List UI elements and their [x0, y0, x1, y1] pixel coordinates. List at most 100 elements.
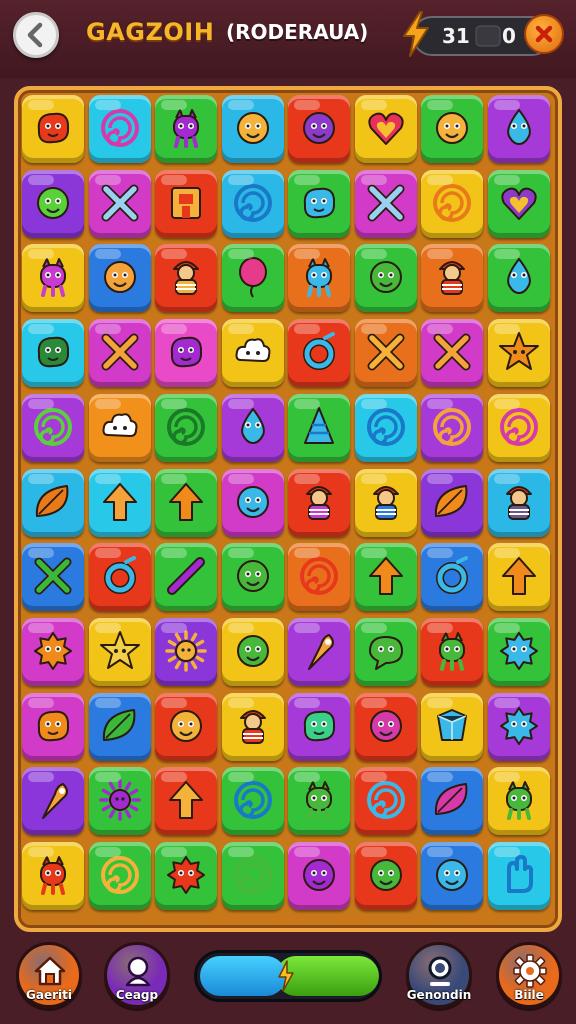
board-tile[interactable]	[155, 244, 217, 313]
board-tile[interactable]	[288, 543, 350, 612]
board-tile[interactable]	[421, 692, 483, 761]
board-tile[interactable]	[22, 842, 84, 910]
board-tile[interactable]	[421, 842, 483, 910]
back-button[interactable]	[13, 12, 59, 58]
board-tile[interactable]	[155, 468, 217, 537]
board-tile[interactable]	[354, 468, 417, 537]
board-tile[interactable]	[288, 319, 350, 388]
board-tile[interactable]	[354, 244, 417, 313]
board-tile[interactable]	[22, 393, 84, 462]
board-tile[interactable]	[88, 244, 151, 313]
board-tile[interactable]	[155, 543, 217, 612]
board-tile[interactable]	[88, 319, 151, 388]
board-tile[interactable]	[22, 692, 84, 761]
board-tile[interactable]	[487, 393, 550, 462]
board-tile[interactable]	[155, 393, 217, 462]
board-tile[interactable]	[487, 468, 550, 537]
board-tile[interactable]	[155, 617, 217, 686]
board-tile[interactable]	[22, 169, 84, 238]
board-tile[interactable]	[155, 842, 217, 910]
leaf-icon	[102, 708, 135, 741]
board-tile[interactable]	[421, 468, 483, 537]
board-tile[interactable]	[487, 767, 550, 836]
cross-icon	[367, 184, 404, 222]
board-tile[interactable]	[487, 543, 550, 612]
board-tile[interactable]	[221, 767, 284, 836]
board-tile[interactable]	[487, 244, 550, 313]
board-tile[interactable]	[155, 169, 217, 238]
board-tile[interactable]	[221, 95, 284, 163]
board-tile[interactable]	[155, 319, 217, 388]
board-tile[interactable]	[155, 95, 217, 163]
board-tile[interactable]	[155, 767, 217, 836]
board-tile[interactable]	[88, 767, 151, 836]
board-tile[interactable]	[421, 319, 483, 388]
board-tile[interactable]	[221, 617, 284, 686]
profile-button-label: Ceagp	[115, 988, 159, 1002]
board-tile[interactable]	[221, 319, 284, 388]
board-tile[interactable]	[22, 617, 84, 686]
board-tile[interactable]	[22, 244, 84, 313]
board-tile[interactable]	[288, 842, 350, 910]
board-tile[interactable]	[421, 393, 483, 462]
face-icon	[369, 859, 402, 891]
board-tile[interactable]	[354, 692, 417, 761]
board-tile[interactable]	[88, 393, 151, 462]
board-tile[interactable]	[487, 842, 550, 910]
board-tile[interactable]	[22, 319, 84, 388]
swirl-icon	[366, 781, 405, 820]
board-tile[interactable]	[288, 468, 350, 537]
board-tile[interactable]	[221, 169, 284, 238]
board-tile[interactable]	[288, 244, 350, 313]
board-tile[interactable]	[288, 393, 350, 462]
board-tile[interactable]	[354, 393, 417, 462]
board-tile[interactable]	[221, 692, 284, 761]
board-tile[interactable]	[221, 842, 284, 910]
board-tile[interactable]	[221, 244, 284, 313]
board-tile[interactable]	[88, 468, 151, 537]
board-tile[interactable]	[487, 95, 550, 163]
board-tile[interactable]	[155, 692, 217, 761]
board-tile[interactable]	[88, 169, 151, 238]
person-icon	[239, 709, 266, 744]
board-tile[interactable]	[88, 842, 151, 910]
board-tile[interactable]	[487, 617, 550, 686]
board-tile[interactable]	[354, 767, 417, 836]
board-tile[interactable]	[288, 617, 350, 686]
board-tile[interactable]	[22, 767, 84, 836]
board-tile[interactable]	[22, 543, 84, 612]
board-tile[interactable]	[421, 244, 483, 313]
board-tile[interactable]	[22, 468, 84, 537]
board-tile[interactable]	[288, 692, 350, 761]
board-tile[interactable]	[421, 767, 483, 836]
board-tile[interactable]	[421, 617, 483, 686]
board-tile[interactable]	[288, 95, 350, 163]
close-button[interactable]	[524, 14, 564, 54]
game-title: GAGZOIH	[86, 18, 215, 46]
board-tile[interactable]	[221, 468, 284, 537]
board-tile[interactable]	[22, 95, 84, 163]
board-tile[interactable]	[487, 692, 550, 761]
board-tile[interactable]	[221, 393, 284, 462]
board-tile[interactable]	[288, 767, 350, 836]
board-tile[interactable]	[487, 319, 550, 388]
person-icon	[505, 485, 532, 520]
board-tile[interactable]	[354, 169, 417, 238]
board-tile[interactable]	[88, 617, 151, 686]
board-tile[interactable]	[288, 169, 350, 238]
board-tile[interactable]	[354, 543, 417, 612]
board-tile[interactable]	[221, 543, 284, 612]
board-tile[interactable]	[421, 95, 483, 163]
board-tile[interactable]	[354, 617, 417, 686]
board-tile[interactable]	[421, 169, 483, 238]
board-tile[interactable]	[354, 319, 417, 388]
board-tile[interactable]	[421, 543, 483, 612]
board-tile[interactable]	[88, 692, 151, 761]
creature-icon	[40, 856, 66, 895]
board-tile[interactable]	[354, 95, 417, 163]
gem-icon	[437, 708, 467, 741]
board-tile[interactable]	[88, 543, 151, 612]
board-tile[interactable]	[354, 842, 417, 910]
board-tile[interactable]	[487, 169, 550, 238]
board-tile[interactable]	[88, 95, 151, 163]
